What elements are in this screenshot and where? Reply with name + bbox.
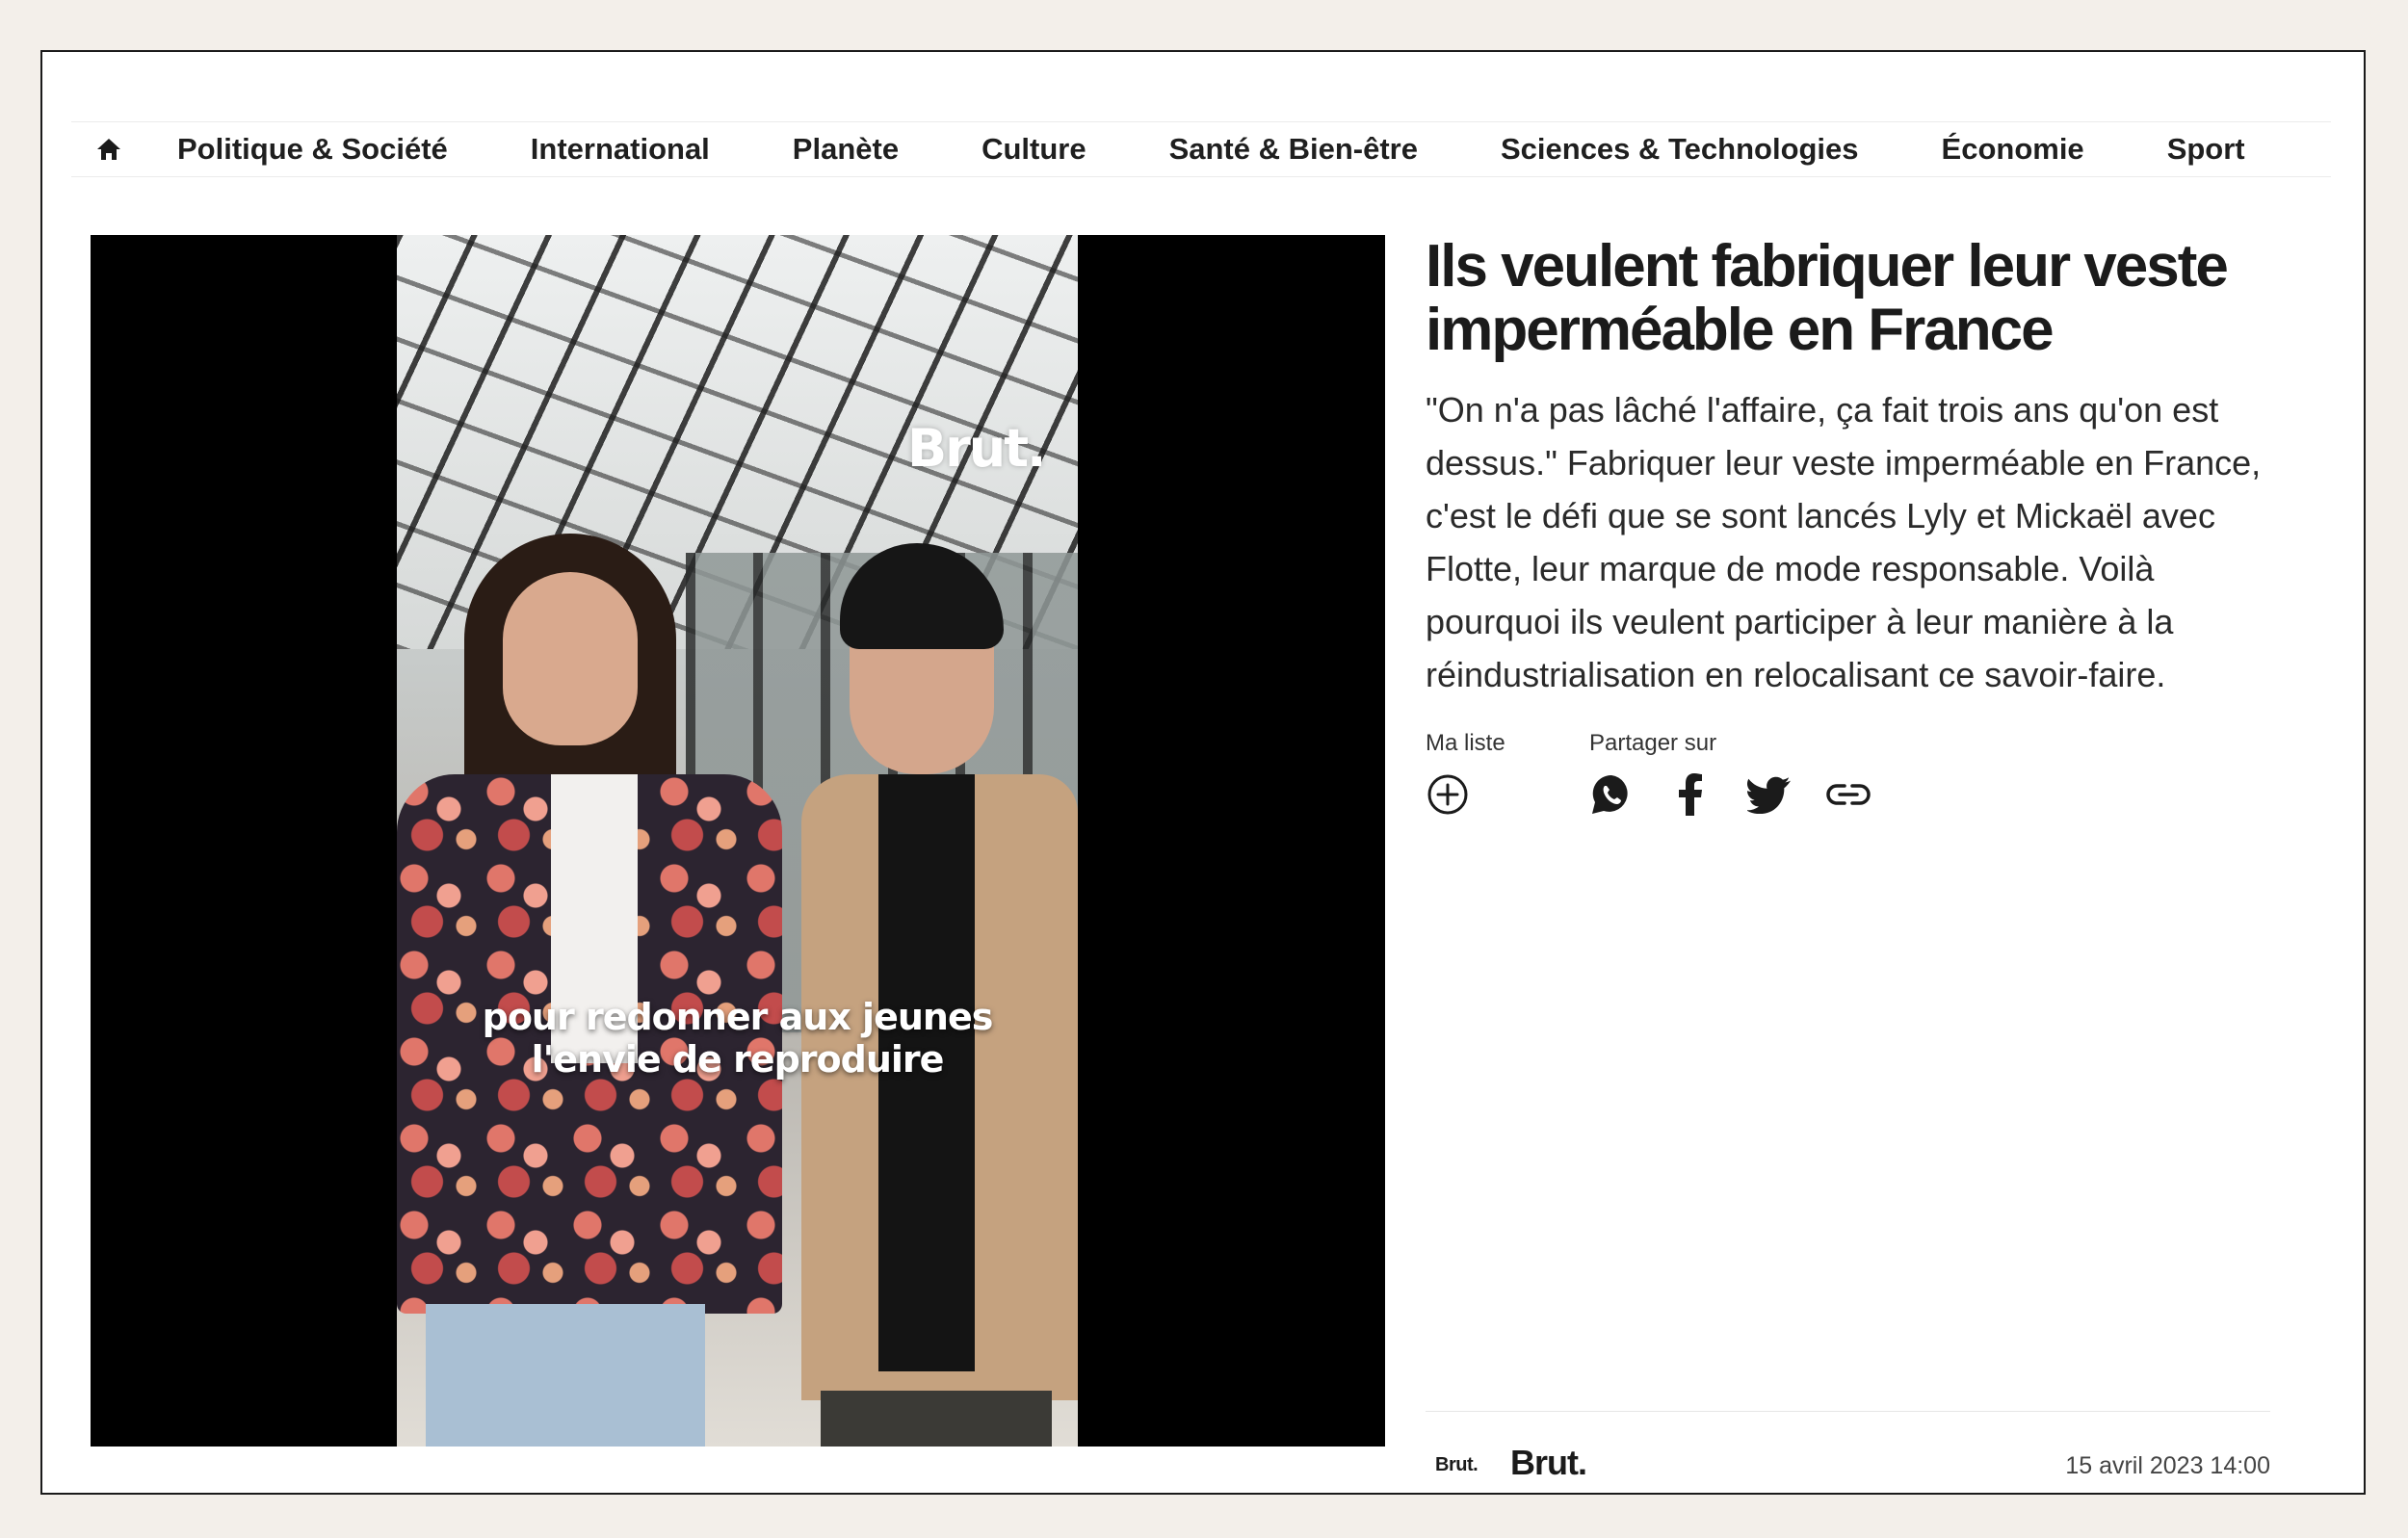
nav-item-planete[interactable]: Planète xyxy=(793,132,899,167)
brut-logo-small: Brut. xyxy=(1435,1454,1479,1475)
nav-item-economie[interactable]: Économie xyxy=(1942,132,2084,167)
man-figure xyxy=(801,543,1078,1447)
my-list-group: Ma liste xyxy=(1426,730,1589,817)
publish-date: 15 avril 2023 14:00 xyxy=(2065,1452,2270,1479)
nav-item-sciences-technologies[interactable]: Sciences & Technologies xyxy=(1501,132,1859,167)
nav-item-sport[interactable]: Sport xyxy=(2167,132,2245,167)
top-navigation: Politique & Société International Planèt… xyxy=(71,121,2331,177)
woman-figure xyxy=(397,534,801,1447)
brand-name[interactable]: Brut. xyxy=(1510,1443,1587,1483)
article-footer: Brut. Brut. 15 avril 2023 14:00 xyxy=(1426,1411,2270,1482)
home-icon[interactable] xyxy=(94,135,123,164)
nav-item-international[interactable]: International xyxy=(531,132,710,167)
nav-item-sante-bien-etre[interactable]: Santé & Bien-être xyxy=(1169,132,1418,167)
share-label: Partager sur xyxy=(1589,730,1717,756)
video-subtitle: pour redonner aux jeunes l'envie de repr… xyxy=(397,996,1078,1081)
article-actions: Ma liste Partager sur xyxy=(1426,730,2312,817)
facebook-icon[interactable] xyxy=(1668,772,1713,817)
article-description: "On n'a pas lâché l'affaire, ça fait tro… xyxy=(1426,390,2262,694)
my-list-label: Ma liste xyxy=(1426,730,1505,756)
link-icon[interactable] xyxy=(1826,772,1871,817)
subtitle-line-1: pour redonner aux jeunes xyxy=(482,996,994,1038)
nav-item-culture[interactable]: Culture xyxy=(982,132,1086,167)
subtitle-line-2: l'envie de reproduire xyxy=(531,1038,945,1081)
nav-item-politique-societe[interactable]: Politique & Société xyxy=(177,132,448,167)
video-player[interactable]: Brut. pour redonner aux jeunes l'envie d… xyxy=(91,235,1385,1447)
article-title: Ils veulent fabriquer leur veste impermé… xyxy=(1426,233,2229,363)
whatsapp-icon[interactable] xyxy=(1589,772,1634,817)
video-watermark: Brut. xyxy=(907,418,1047,479)
add-to-list-icon[interactable] xyxy=(1426,772,1470,817)
share-group: Partager sur xyxy=(1589,730,1871,817)
page-frame: Politique & Société International Planèt… xyxy=(40,50,2366,1495)
twitter-icon[interactable] xyxy=(1747,772,1792,817)
article-panel: Ils veulent fabriquer leur veste impermé… xyxy=(1426,235,2312,817)
video-frame: Brut. pour redonner aux jeunes l'envie d… xyxy=(397,235,1078,1447)
